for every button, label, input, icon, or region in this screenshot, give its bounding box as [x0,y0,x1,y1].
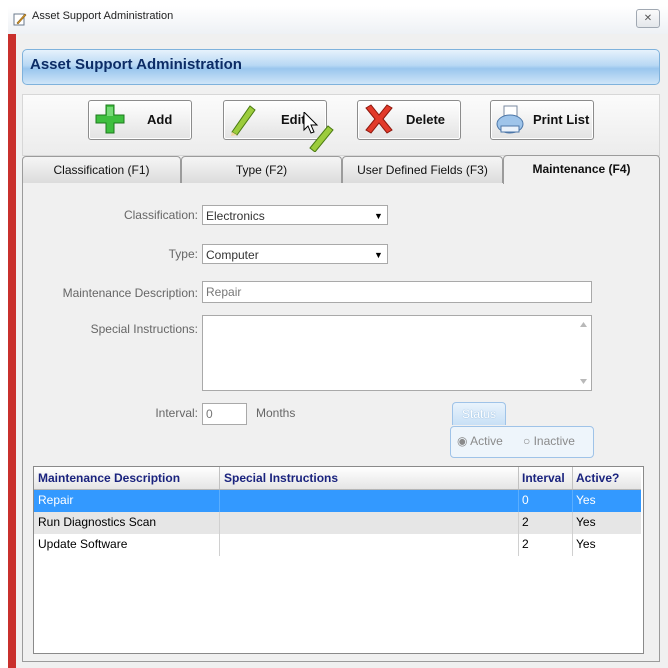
window-accent-border [8,34,16,668]
column-divider [572,512,573,534]
add-button-label: Add [147,112,173,127]
status-active-radio[interactable]: ◉ Active [457,434,503,448]
column-header-instructions[interactable]: Special Instructions [224,471,338,485]
chevron-down-icon[interactable]: ▼ [372,247,385,263]
column-divider [572,467,573,489]
chevron-down-icon[interactable]: ▼ [372,208,385,224]
special-instructions-textarea[interactable] [202,315,592,391]
column-divider [219,490,220,512]
tab-user-defined-fields[interactable]: User Defined Fields (F3) [342,156,503,183]
printer-icon [495,104,527,139]
cell-interval: 0 [522,493,529,507]
table-row[interactable]: Run Diagnostics Scan 2 Yes [34,512,641,534]
column-divider [518,467,519,489]
cell-description: Run Diagnostics Scan [38,515,157,529]
cell-active: Yes [576,537,596,551]
mouse-cursor-icon [296,110,336,155]
app-pencil-icon [13,12,27,26]
close-window-button[interactable]: ✕ [636,9,660,28]
window-title: Asset Support Administration [32,10,174,22]
table-row[interactable]: Update Software 2 Yes [34,534,641,556]
cell-active: Yes [576,493,596,507]
status-active-label: Active [470,434,503,448]
column-header-interval[interactable]: Interval [522,471,565,485]
column-divider [219,512,220,534]
classification-label: Classification: [123,208,198,222]
column-divider [219,467,220,489]
column-divider [219,534,220,556]
maintenance-description-label: Maintenance Description: [62,286,198,300]
page-title: Asset Support Administration [30,56,242,73]
tab-maintenance[interactable]: Maintenance (F4) [503,155,660,184]
column-header-active[interactable]: Active? [576,471,619,485]
type-label: Type: [168,247,198,261]
cell-active: Yes [576,515,596,529]
print-list-button-label: Print List [533,112,590,127]
maintenance-description-input[interactable]: Repair [202,281,592,303]
interval-label: Interval: [155,406,198,420]
cell-description: Update Software [38,537,128,551]
interval-unit-label: Months [256,406,296,420]
status-group-label: Status [452,402,506,425]
column-divider [518,512,519,534]
table-row-selected[interactable]: Repair 0 Yes [34,490,641,512]
column-divider [518,534,519,556]
type-value: Computer [206,248,259,262]
special-instructions-label: Special Instructions: [90,322,198,336]
interval-input[interactable]: 0 [202,403,247,425]
close-icon: ✕ [643,13,653,24]
tab-type[interactable]: Type (F2) [181,156,342,183]
radio-selected-icon: ◉ [457,434,468,448]
cell-interval: 2 [522,537,529,551]
cell-interval: 2 [522,515,529,529]
column-divider [518,490,519,512]
tab-classification[interactable]: Classification (F1) [22,156,181,183]
delete-x-icon [363,104,395,137]
status-inactive-label: Inactive [533,434,575,448]
classification-select[interactable]: Electronics ▼ [202,205,388,225]
column-divider [572,490,573,512]
classification-value: Electronics [206,209,265,223]
plus-icon [95,104,125,137]
radio-unselected-icon: ○ [523,434,531,448]
type-select[interactable]: Computer ▼ [202,244,388,264]
cell-description: Repair [38,493,74,507]
column-header-description[interactable]: Maintenance Description [38,471,180,485]
status-inactive-radio[interactable]: ○ Inactive [523,434,575,448]
instructions-scrollbar[interactable] [576,316,591,390]
column-divider [572,534,573,556]
pencil-icon [228,102,258,139]
delete-button-label: Delete [406,112,446,127]
